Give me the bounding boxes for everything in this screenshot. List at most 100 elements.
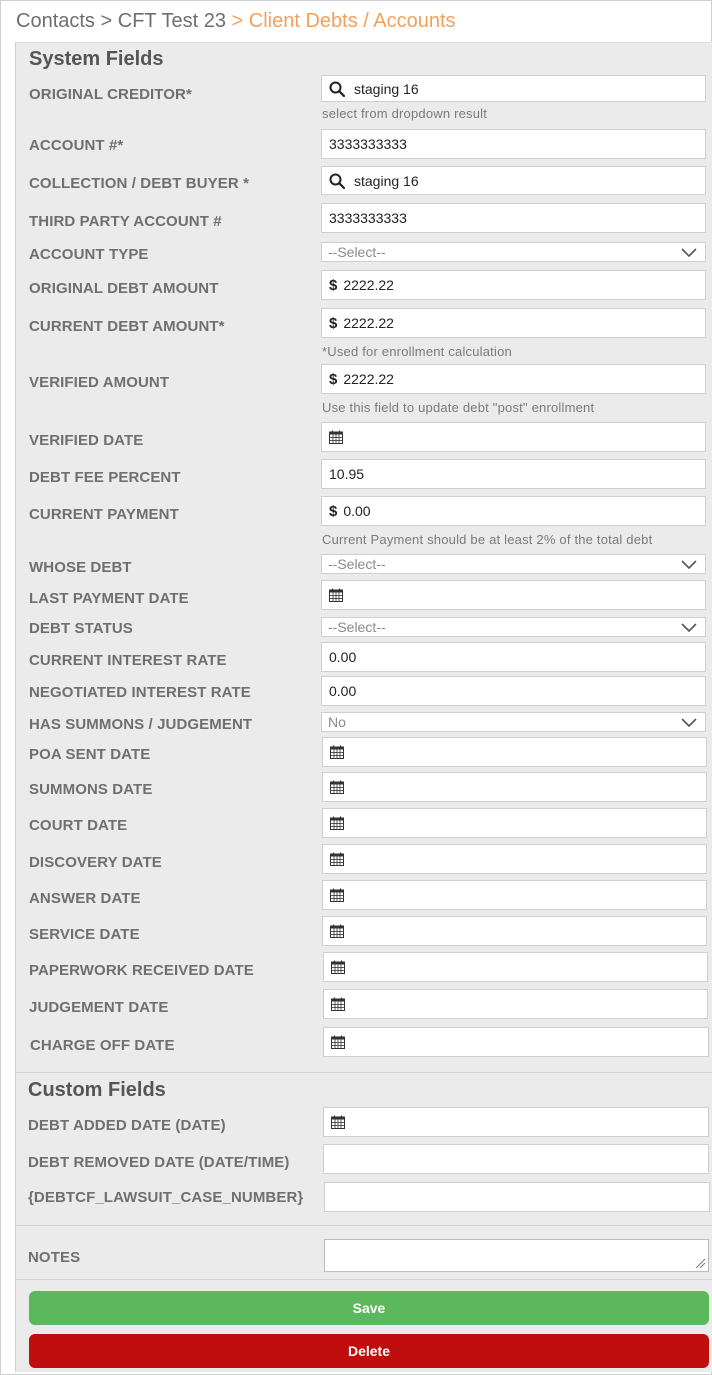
poa-sent-date-input[interactable] xyxy=(322,737,707,767)
third-party-account-value: 3333333333 xyxy=(329,210,407,226)
service-date-label: SERVICE DATE xyxy=(29,926,140,943)
poa-sent-date-label: POA SENT DATE xyxy=(29,746,151,763)
charge-off-date-input[interactable] xyxy=(323,1027,709,1057)
dollar-prefix: $ xyxy=(329,502,338,520)
court-date-input[interactable] xyxy=(322,808,707,838)
account-type-label: ACCOUNT TYPE xyxy=(29,246,149,263)
original-creditor-value: staging 16 xyxy=(354,80,419,97)
discovery-date-label: DISCOVERY DATE xyxy=(29,854,162,871)
current-debt-amount-input[interactable]: $ 2222.22 xyxy=(321,308,706,338)
account-type-value: --Select-- xyxy=(328,244,386,260)
negotiated-interest-rate-value: 0.00 xyxy=(329,683,357,699)
debt-fee-percent-label: DEBT FEE PERCENT xyxy=(29,469,181,486)
debt-added-date-input[interactable] xyxy=(323,1107,709,1137)
calendar-icon xyxy=(331,1115,345,1129)
current-payment-hint: Current Payment should be at least 2% of… xyxy=(322,532,653,547)
verified-date-label: VERIFIED DATE xyxy=(29,432,144,449)
system-fields-title: System Fields xyxy=(29,48,164,70)
service-date-input[interactable] xyxy=(322,916,707,946)
has-summons-select[interactable]: No xyxy=(321,712,706,732)
account-number-value: 3333333333 xyxy=(329,136,407,152)
verified-amount-input[interactable]: $ 2222.22 xyxy=(321,364,706,394)
has-summons-value: No xyxy=(328,714,346,730)
last-payment-date-input[interactable] xyxy=(321,580,706,610)
breadcrumb-contact-name[interactable]: CFT Test 23 xyxy=(118,10,226,32)
debt-removed-date-label: DEBT REMOVED DATE (DATE/TIME) xyxy=(28,1154,290,1171)
page: Contacts > CFT Test 23 > Client Debts / … xyxy=(0,0,712,1375)
notes-textarea[interactable] xyxy=(324,1239,709,1272)
calendar-icon xyxy=(330,924,344,938)
chevron-down-icon xyxy=(681,623,697,633)
chevron-down-icon xyxy=(681,718,697,728)
breadcrumb-separator: > xyxy=(100,10,113,32)
discovery-date-input[interactable] xyxy=(322,844,707,874)
last-payment-date-label: LAST PAYMENT DATE xyxy=(29,590,189,607)
current-interest-rate-label: CURRENT INTEREST RATE xyxy=(29,652,227,669)
debt-fee-percent-input[interactable]: 10.95 xyxy=(321,459,706,489)
collection-debt-buyer-label: COLLECTION / DEBT BUYER * xyxy=(29,175,250,192)
notes-label: NOTES xyxy=(28,1249,81,1266)
paperwork-received-date-label: PAPERWORK RECEIVED DATE xyxy=(29,962,254,979)
verified-date-input[interactable] xyxy=(321,422,706,452)
account-type-select[interactable]: --Select-- xyxy=(321,242,706,262)
dollar-prefix: $ xyxy=(329,370,338,388)
current-interest-rate-input[interactable]: 0.00 xyxy=(321,642,706,672)
current-payment-input[interactable]: $ 0.00 xyxy=(321,496,706,526)
collection-debt-buyer-value: staging 16 xyxy=(354,172,419,189)
calendar-icon xyxy=(330,780,344,794)
verified-amount-value: 2222.22 xyxy=(343,371,394,387)
negotiated-interest-rate-label: NEGOTIATED INTEREST RATE xyxy=(29,684,251,701)
charge-off-date-label: CHARGE OFF DATE xyxy=(30,1037,175,1054)
current-debt-amount-label: CURRENT DEBT AMOUNT* xyxy=(29,318,225,335)
whose-debt-value: --Select-- xyxy=(328,556,386,572)
negotiated-interest-rate-input[interactable]: 0.00 xyxy=(321,676,706,706)
court-date-label: COURT DATE xyxy=(29,817,128,834)
collection-debt-buyer-input[interactable]: staging 16 xyxy=(321,166,706,195)
breadcrumb-contacts[interactable]: Contacts xyxy=(16,10,95,32)
summons-date-input[interactable] xyxy=(322,772,707,802)
has-summons-label: HAS SUMMONS / JUDGEMENT xyxy=(29,716,253,733)
dollar-prefix: $ xyxy=(329,314,338,332)
lawsuit-case-number-label: {DEBTCF_LAWSUIT_CASE_NUMBER} xyxy=(28,1189,304,1206)
summons-date-label: SUMMONS DATE xyxy=(29,781,153,798)
current-debt-amount-value: 2222.22 xyxy=(343,315,394,331)
calendar-icon xyxy=(329,430,343,444)
debt-added-date-label: DEBT ADDED DATE (DATE) xyxy=(28,1117,226,1134)
current-debt-amount-hint: *Used for enrollment calculation xyxy=(322,344,512,359)
custom-fields-title: Custom Fields xyxy=(28,1079,166,1101)
breadcrumb: Contacts > CFT Test 23 > Client Debts / … xyxy=(16,7,456,35)
account-number-input[interactable]: 3333333333 xyxy=(321,129,706,159)
delete-button[interactable]: Delete xyxy=(29,1334,709,1368)
calendar-icon xyxy=(330,888,344,902)
verified-amount-hint: Use this field to update debt "post" enr… xyxy=(322,400,595,415)
debt-status-select[interactable]: --Select-- xyxy=(321,617,706,637)
calendar-icon xyxy=(329,588,343,602)
chevron-down-icon xyxy=(681,560,697,570)
resize-handle-icon[interactable] xyxy=(694,1257,706,1269)
calendar-icon xyxy=(331,1035,345,1049)
dollar-prefix: $ xyxy=(329,276,338,294)
paperwork-received-date-input[interactable] xyxy=(323,952,708,982)
original-debt-amount-value: 2222.22 xyxy=(343,277,394,293)
current-interest-rate-value: 0.00 xyxy=(329,649,357,665)
third-party-account-input[interactable]: 3333333333 xyxy=(321,203,706,233)
verified-amount-label: VERIFIED AMOUNT xyxy=(29,374,170,391)
account-number-label: ACCOUNT #* xyxy=(29,137,124,154)
original-debt-amount-input[interactable]: $ 2222.22 xyxy=(321,270,706,300)
debt-removed-date-input[interactable] xyxy=(323,1144,709,1174)
calendar-icon xyxy=(330,816,344,830)
debt-fee-percent-value: 10.95 xyxy=(329,466,365,482)
judgement-date-input[interactable] xyxy=(323,989,708,1019)
answer-date-input[interactable] xyxy=(322,880,707,910)
section-divider xyxy=(16,1225,712,1226)
current-payment-value: 0.00 xyxy=(343,503,371,519)
lawsuit-case-number-input[interactable] xyxy=(324,1182,710,1212)
search-icon xyxy=(329,173,345,189)
original-debt-amount-label: ORIGINAL DEBT AMOUNT xyxy=(29,280,219,297)
original-creditor-input[interactable]: staging 16 xyxy=(321,75,706,102)
save-button[interactable]: Save xyxy=(29,1291,709,1325)
calendar-icon xyxy=(330,852,344,866)
search-icon xyxy=(329,81,345,97)
whose-debt-select[interactable]: --Select-- xyxy=(321,554,706,574)
calendar-icon xyxy=(331,997,345,1011)
